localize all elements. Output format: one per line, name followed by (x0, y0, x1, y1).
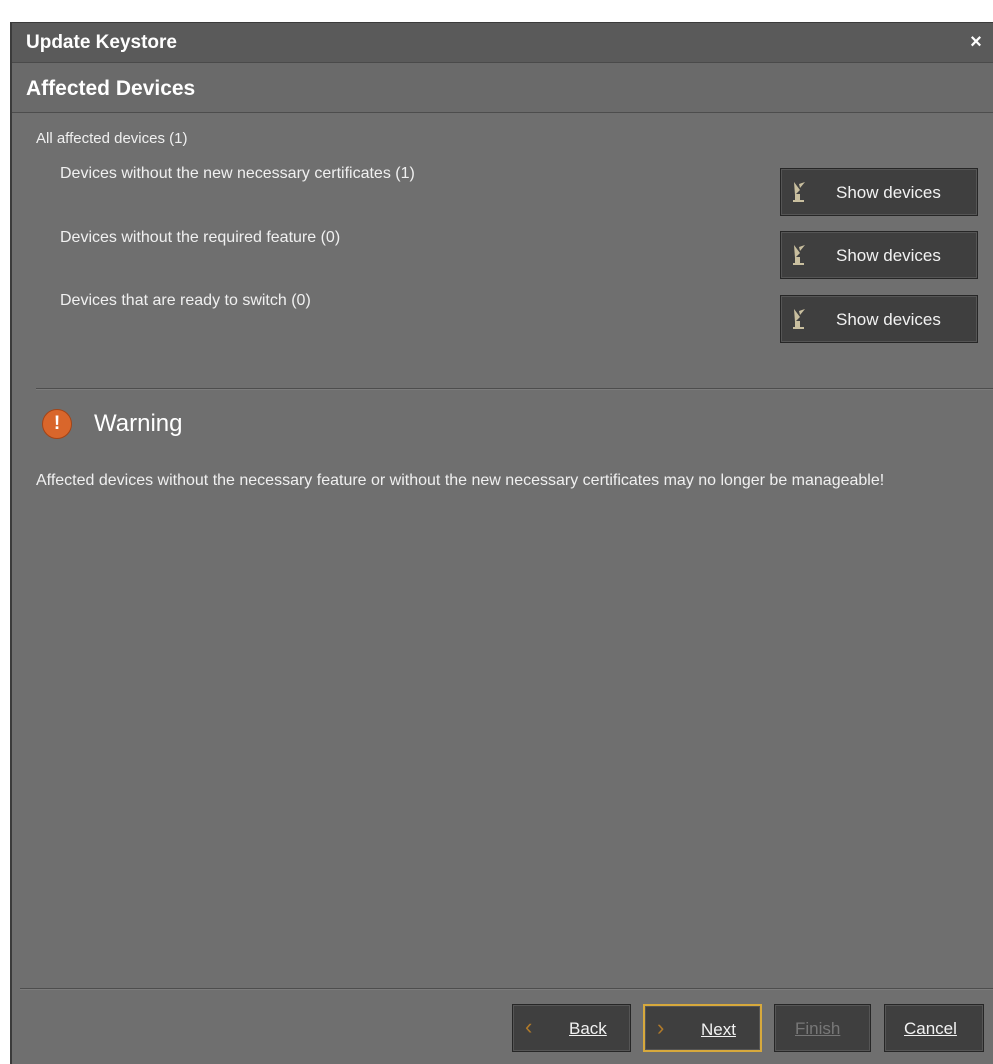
all-affected-devices-label: All affected devices (1) (36, 130, 188, 147)
back-button[interactable]: ‹ Back (512, 1004, 631, 1052)
cancel-label: Cancel (904, 1019, 957, 1038)
finish-button[interactable]: Finish (774, 1004, 871, 1052)
group-label-missing-certificates: Devices without the new necessary certif… (60, 165, 415, 182)
title-bar: Update Keystore × (12, 23, 993, 63)
page-title: Affected Devices (26, 77, 196, 100)
group-label-ready-to-switch: Devices that are ready to switch (0) (60, 292, 311, 309)
page-header: Affected Devices (12, 63, 993, 113)
show-devices-button-missing-certificates[interactable]: Show devices (780, 168, 978, 216)
show-devices-label: Show devices (836, 310, 941, 329)
warning-message: Affected devices without the necessary f… (36, 472, 885, 489)
back-label: Back (569, 1019, 607, 1038)
show-devices-label: Show devices (836, 246, 941, 265)
close-icon[interactable]: × (965, 29, 987, 55)
next-label: Next (701, 1020, 736, 1039)
show-devices-button-ready-to-switch[interactable]: Show devices (780, 295, 978, 343)
next-button[interactable]: › Next (643, 1004, 762, 1052)
cancel-button[interactable]: Cancel (884, 1004, 984, 1052)
show-devices-label: Show devices (836, 183, 941, 202)
section-divider (36, 388, 993, 390)
satellite-dish-icon (791, 181, 809, 203)
dialog-title: Update Keystore (26, 32, 177, 53)
finish-label: Finish (795, 1019, 841, 1038)
update-keystore-dialog: Update Keystore × Affected Devices All a… (10, 22, 993, 1064)
footer-divider (20, 988, 993, 990)
chevron-right-icon: › (657, 1015, 665, 1040)
satellite-dish-icon (791, 244, 809, 266)
show-devices-button-missing-feature[interactable]: Show devices (780, 231, 978, 279)
group-label-missing-feature: Devices without the required feature (0) (60, 229, 341, 246)
chevron-left-icon: ‹ (525, 1014, 533, 1039)
satellite-dish-icon (791, 308, 809, 330)
warning-title: Warning (94, 410, 183, 437)
warning-icon: ! (42, 409, 72, 439)
